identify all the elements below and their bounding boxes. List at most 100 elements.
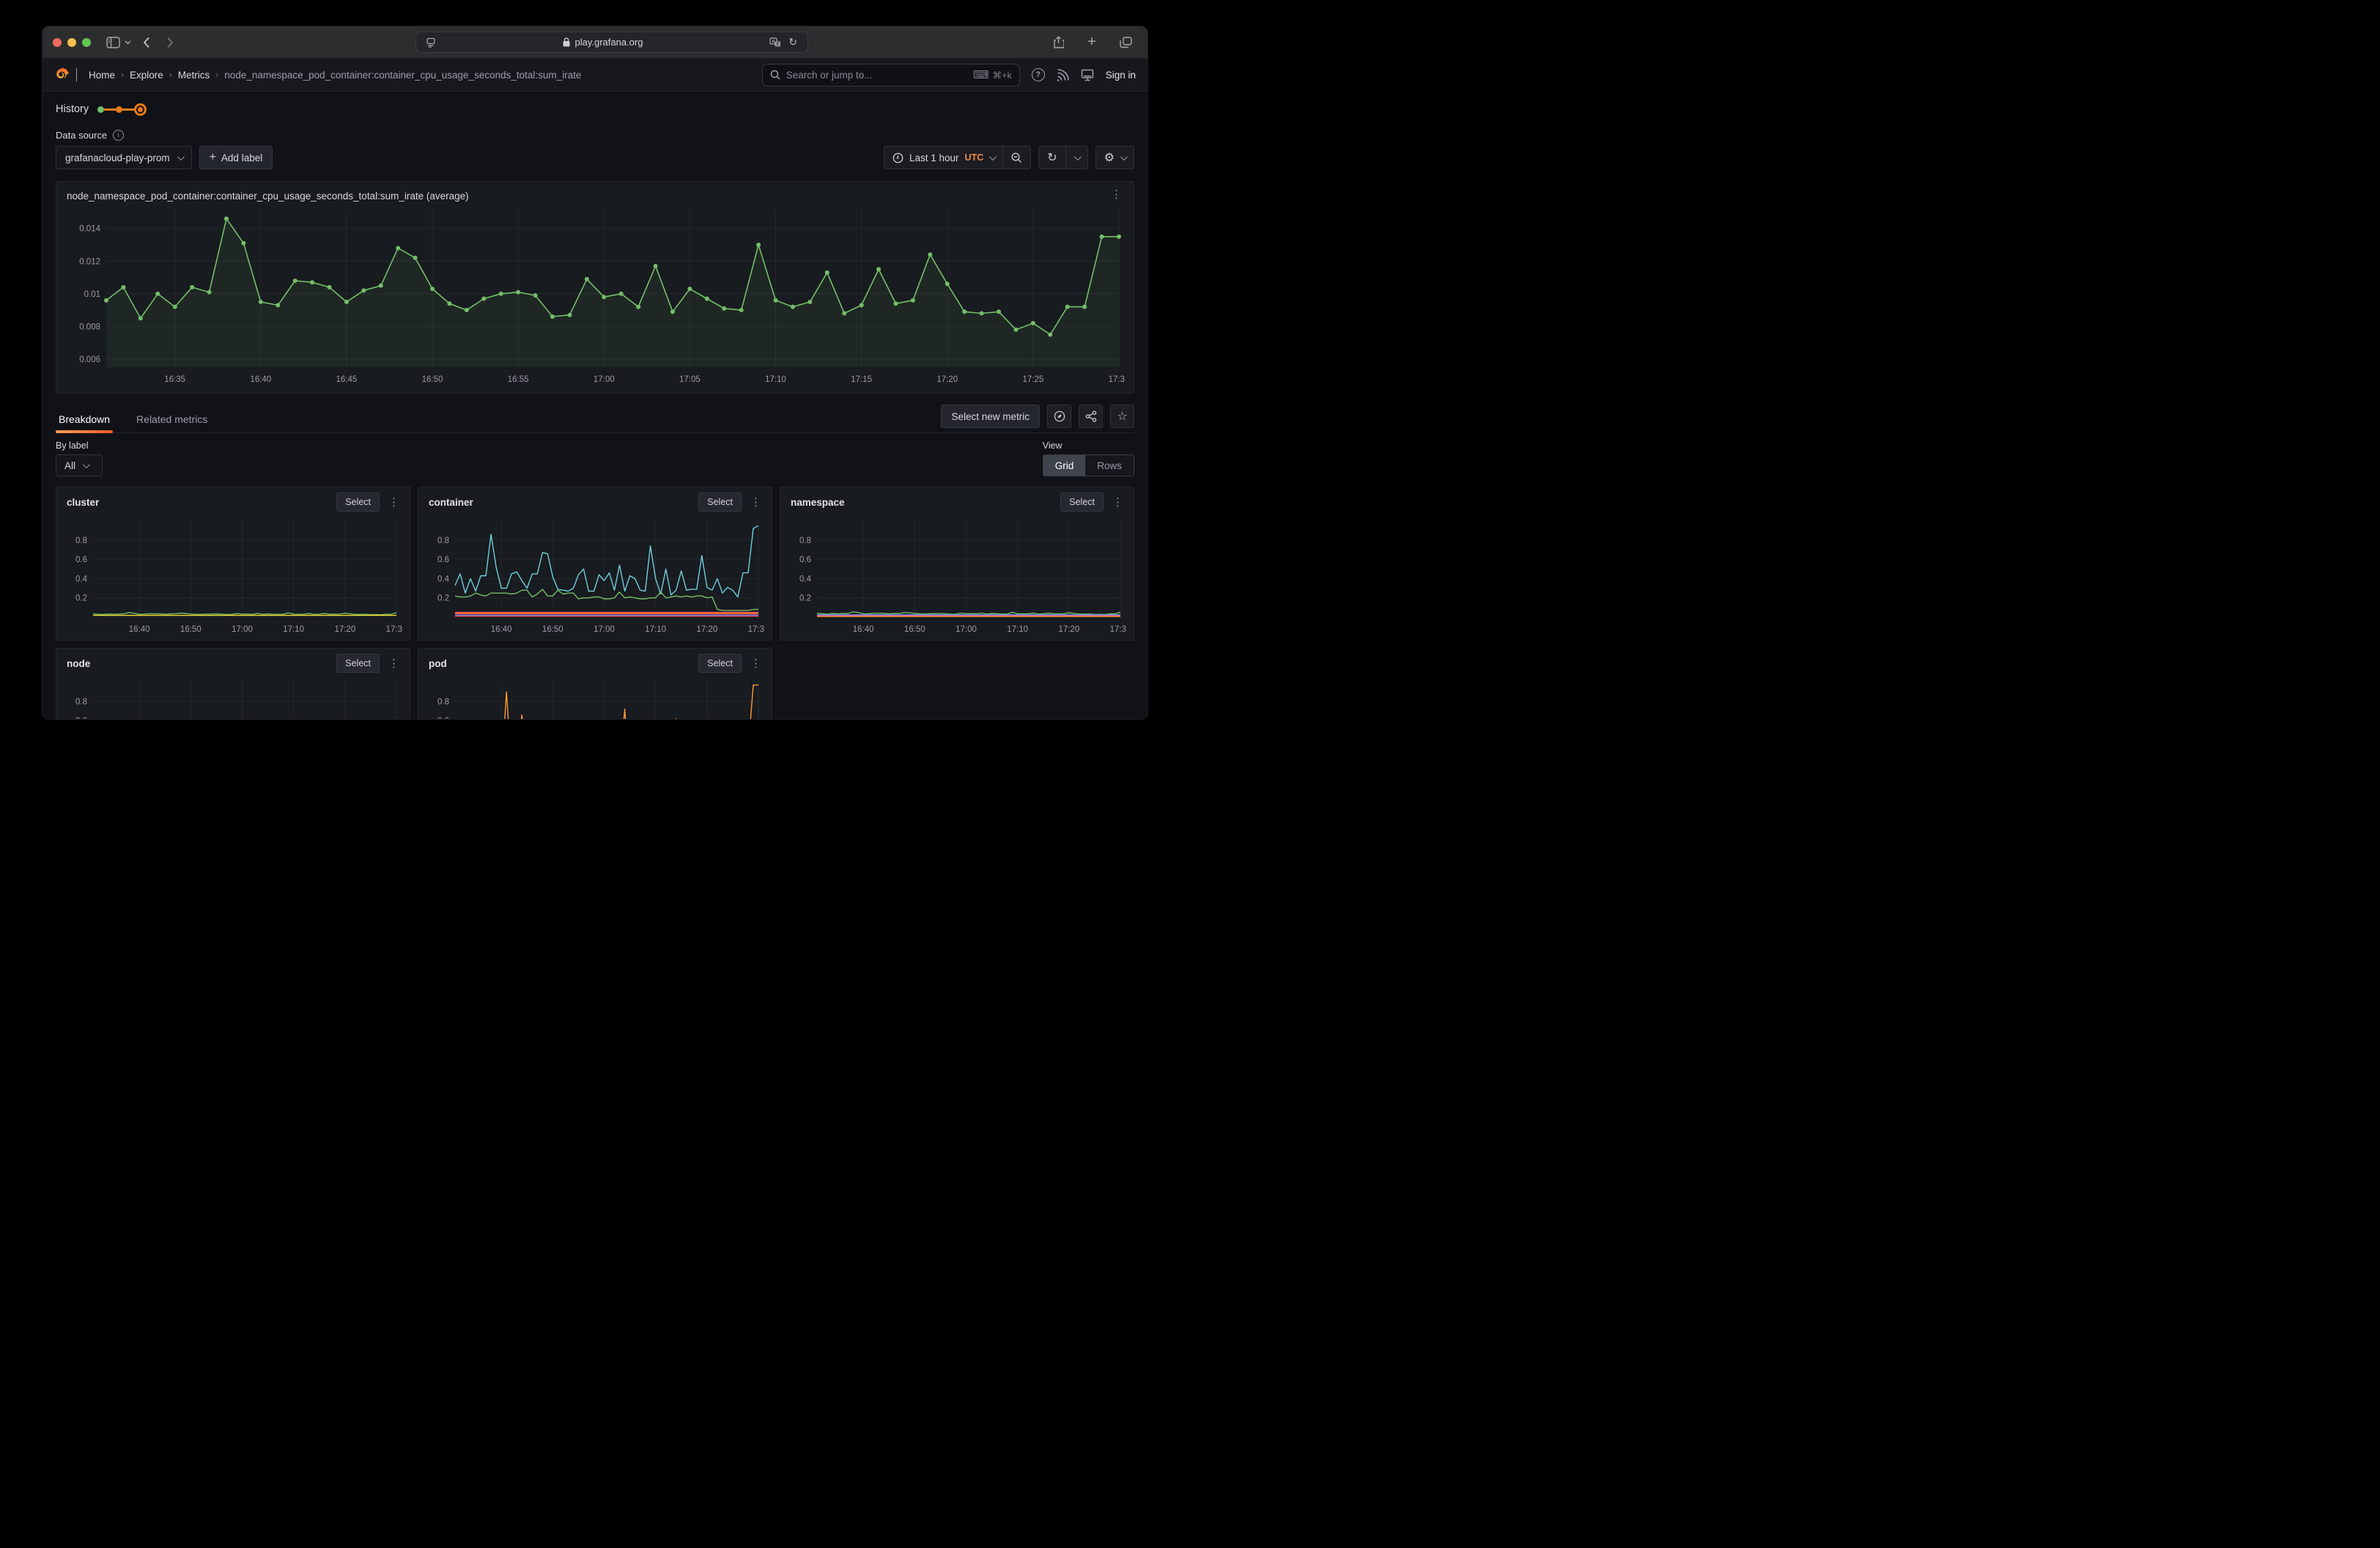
help-icon[interactable]: ?: [1032, 68, 1045, 81]
chevron-down-icon: [177, 153, 185, 161]
tab-breakdown[interactable]: Breakdown: [56, 408, 113, 432]
forward-icon[interactable]: [161, 32, 179, 53]
rss-icon[interactable]: [1057, 69, 1069, 81]
view-grid-option[interactable]: Grid: [1043, 455, 1086, 476]
share-icon[interactable]: [1049, 32, 1067, 53]
breakdown-grid: cluster Select ⋮ 0.20.40.60.816:4016:501…: [56, 487, 1134, 720]
svg-text:16:45: 16:45: [336, 375, 358, 384]
select-button[interactable]: Select: [698, 493, 742, 512]
select-button[interactable]: Select: [336, 654, 380, 673]
chevron-down-icon[interactable]: [76, 68, 77, 81]
panel-menu-kebab-icon[interactable]: ⋮: [1109, 495, 1126, 509]
grafana-logo[interactable]: [54, 67, 70, 84]
gear-icon: ⚙: [1104, 150, 1115, 165]
chevron-down-icon[interactable]: [123, 32, 132, 53]
select-button[interactable]: Select: [1060, 493, 1104, 512]
add-label-button[interactable]: + Add label: [199, 146, 273, 169]
reload-icon[interactable]: ↻: [784, 32, 802, 53]
sidebar-icon[interactable]: [104, 32, 122, 53]
svg-text:16:40: 16:40: [250, 375, 271, 384]
select-new-metric-button[interactable]: Select new metric: [941, 405, 1040, 428]
panel-menu-kebab-icon[interactable]: ⋮: [385, 657, 402, 671]
star-icon[interactable]: ☆: [1110, 405, 1134, 428]
address-bar[interactable]: play.grafana.org A文 ↻: [415, 32, 808, 53]
svg-text:16:50: 16:50: [904, 625, 925, 634]
svg-text:17:30: 17:30: [1109, 375, 1125, 384]
settings-button[interactable]: ⚙: [1096, 147, 1134, 169]
refresh-button[interactable]: ↻: [1039, 147, 1065, 169]
history-step-icon[interactable]: [97, 106, 104, 113]
back-icon[interactable]: [138, 32, 155, 53]
search-shortcut: ⌨ ⌘+k: [973, 68, 1012, 81]
new-tab-icon[interactable]: +: [1083, 32, 1101, 53]
close-window-button[interactable]: [53, 38, 62, 47]
svg-text:0.6: 0.6: [437, 717, 449, 720]
svg-text:A: A: [772, 39, 775, 44]
tab-related-metrics[interactable]: Related metrics: [133, 408, 210, 432]
panel-menu-kebab-icon[interactable]: ⋮: [747, 495, 764, 509]
svg-text:17:30: 17:30: [386, 625, 402, 634]
breadcrumb-separator: ›: [169, 70, 172, 80]
svg-text:17:20: 17:20: [696, 625, 717, 634]
history-timeline[interactable]: [97, 103, 147, 116]
svg-text:0.6: 0.6: [75, 556, 87, 564]
history-step-icon[interactable]: [116, 106, 122, 113]
clock-icon: [892, 152, 903, 163]
zoom-window-button[interactable]: [82, 38, 91, 47]
container-chart[interactable]: 0.20.40.60.816:4016:5017:0017:1017:2017:…: [426, 515, 764, 638]
svg-text:16:50: 16:50: [422, 375, 443, 384]
breadcrumb-explore[interactable]: Explore: [130, 70, 163, 81]
breakdown-panel-cluster: cluster Select ⋮ 0.20.40.60.816:4016:501…: [56, 487, 410, 641]
translate-icon[interactable]: A文: [766, 32, 784, 53]
keyboard-icon: ⌨: [973, 68, 989, 81]
panel-title: node: [64, 658, 90, 669]
panel-menu-kebab-icon[interactable]: ⋮: [1108, 188, 1125, 202]
by-label-label: By label: [56, 441, 103, 451]
refresh-group: ↻: [1038, 146, 1087, 169]
info-icon[interactable]: i: [113, 130, 124, 141]
url-text[interactable]: play.grafana.org: [574, 37, 643, 48]
share-nodes-icon[interactable]: [1079, 405, 1103, 428]
cluster-chart[interactable]: 0.20.40.60.816:4016:5017:0017:1017:2017:…: [64, 515, 402, 638]
svg-text:16:50: 16:50: [542, 625, 563, 634]
data-source-picker[interactable]: grafanacloud-play-prom: [56, 146, 192, 169]
sign-in-button[interactable]: Sign in: [1106, 70, 1136, 81]
time-range-picker[interactable]: Last 1 hour UTC: [884, 147, 1002, 169]
svg-text:0.2: 0.2: [437, 594, 449, 603]
svg-text:0.8: 0.8: [437, 537, 449, 545]
select-button[interactable]: Select: [698, 654, 742, 673]
view-rows-option[interactable]: Rows: [1085, 455, 1134, 476]
time-range-group: Last 1 hour UTC: [884, 146, 1031, 169]
compass-icon[interactable]: [1047, 405, 1071, 428]
svg-text:16:35: 16:35: [164, 375, 185, 384]
svg-text:0.4: 0.4: [75, 575, 88, 583]
tabs-overview-icon[interactable]: [1117, 32, 1134, 53]
panel-menu-kebab-icon[interactable]: ⋮: [385, 495, 402, 509]
zoom-out-button[interactable]: [1002, 147, 1030, 169]
svg-text:文: 文: [776, 41, 780, 47]
minimize-window-button[interactable]: [67, 38, 76, 47]
svg-text:17:00: 17:00: [956, 625, 977, 634]
main-chart[interactable]: 0.0060.0080.010.0120.01416:3516:4016:451…: [65, 204, 1125, 388]
monitor-icon[interactable]: [1081, 69, 1094, 81]
pod-chart[interactable]: 0.20.40.60.816:4016:5017:0017:1017:2017:…: [426, 676, 764, 720]
select-button[interactable]: Select: [336, 493, 380, 512]
search-input[interactable]: Search or jump to... ⌨ ⌘+k: [762, 64, 1020, 86]
breadcrumb-home[interactable]: Home: [89, 70, 115, 81]
tab-group-icon[interactable]: [422, 32, 440, 53]
refresh-interval-dropdown[interactable]: [1065, 147, 1087, 169]
svg-text:17:10: 17:10: [765, 375, 786, 384]
svg-text:0.6: 0.6: [799, 556, 811, 564]
chevron-down-icon: [83, 461, 90, 468]
by-label-select[interactable]: All: [56, 454, 103, 476]
breadcrumb: Home › Explore › Metrics › node_namespac…: [89, 70, 581, 81]
panel-menu-kebab-icon[interactable]: ⋮: [747, 657, 764, 671]
namespace-chart[interactable]: 0.20.40.60.816:4016:5017:0017:1017:2017:…: [788, 515, 1126, 638]
svg-text:17:20: 17:20: [334, 625, 355, 634]
node-chart[interactable]: 0.20.40.60.816:4016:5017:0017:1017:2017:…: [64, 676, 402, 720]
breakdown-panel-namespace: namespace Select ⋮ 0.20.40.60.816:4016:5…: [780, 487, 1134, 641]
breadcrumb-metrics[interactable]: Metrics: [178, 70, 210, 81]
history-label[interactable]: History: [56, 103, 89, 115]
history-current-step-icon[interactable]: [134, 103, 147, 116]
breakdown-panel-pod: pod Select ⋮ 0.20.40.60.816:4016:5017:00…: [418, 648, 772, 720]
